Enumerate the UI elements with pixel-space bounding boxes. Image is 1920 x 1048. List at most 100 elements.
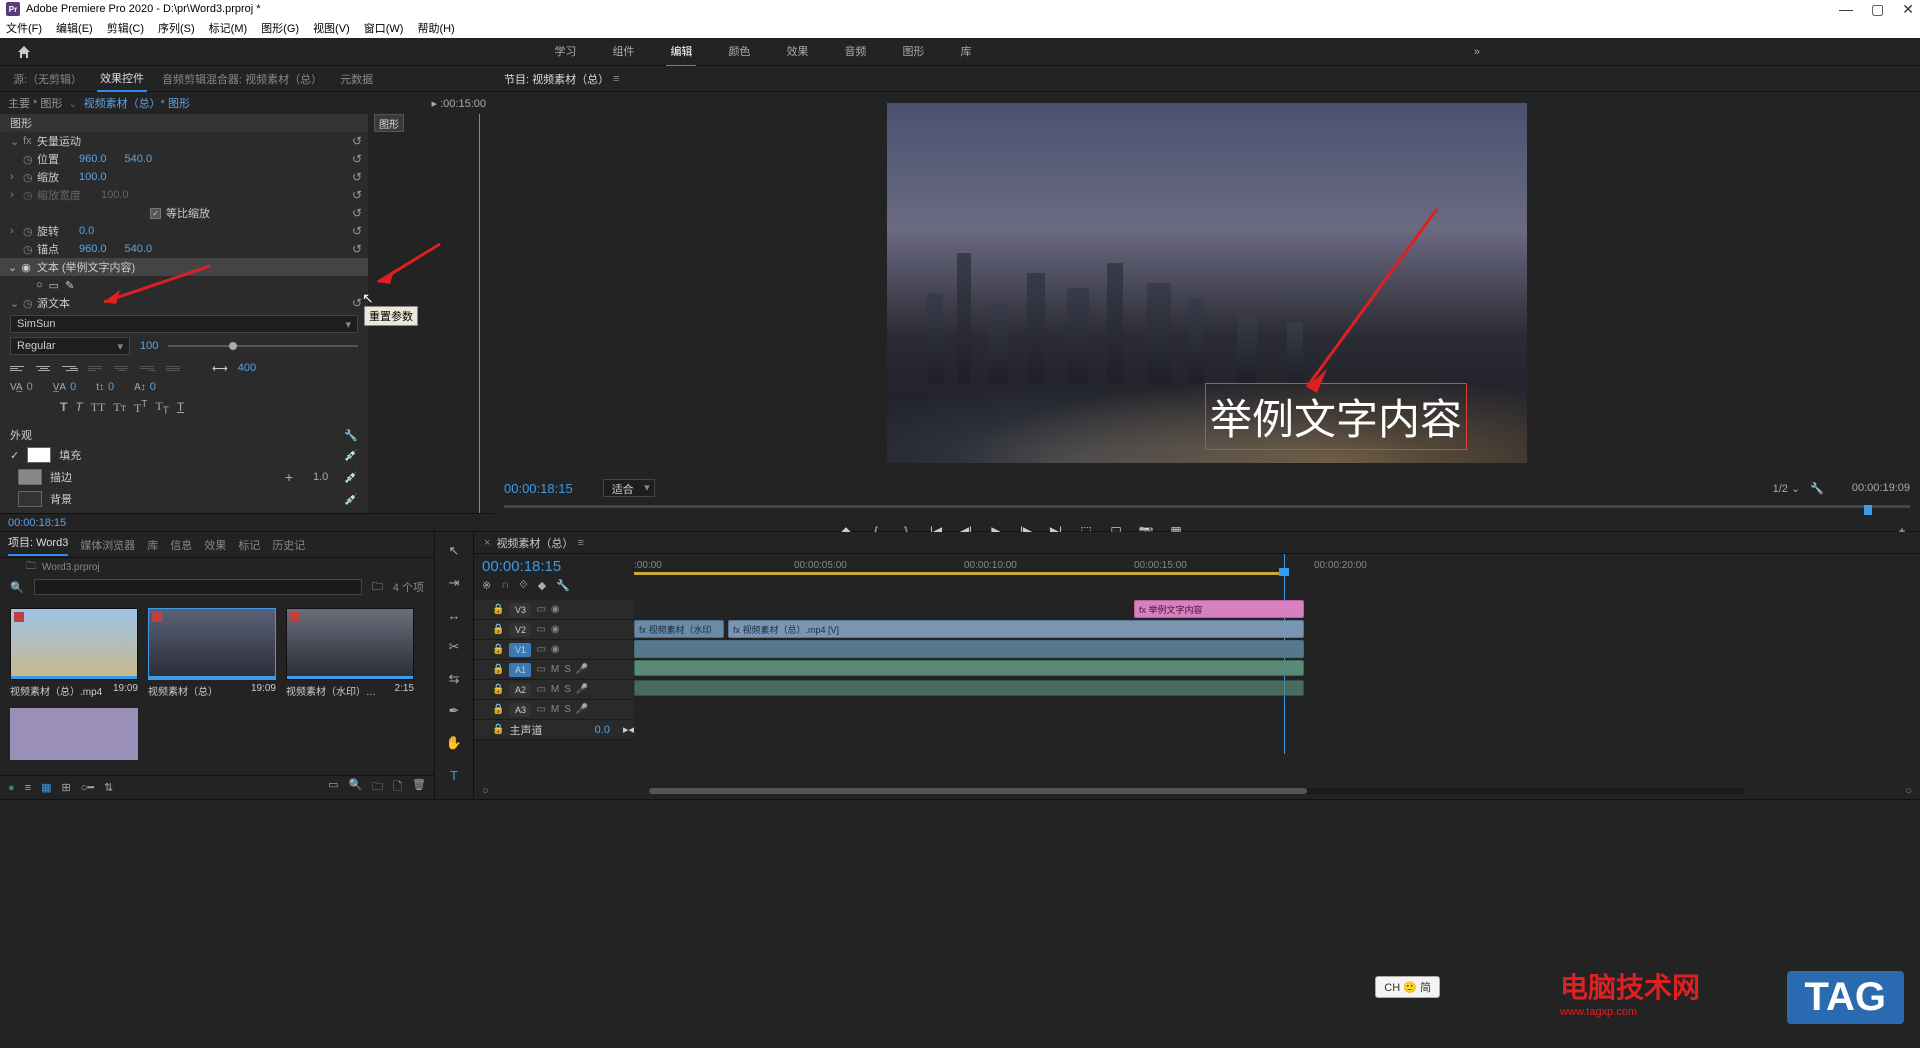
eyedropper-icon[interactable]: 💉 xyxy=(344,449,358,462)
stroke-width[interactable]: 1.0 xyxy=(313,471,328,483)
baseline-val[interactable]: 0 xyxy=(150,381,156,393)
timeline-ruler[interactable]: :00:00 00:00:05:00 00:00:10:00 00:00:15:… xyxy=(634,554,1920,600)
ws-editing[interactable]: 编辑 xyxy=(666,37,696,67)
tracking2-val[interactable]: 0 xyxy=(70,381,76,393)
scale-val[interactable]: 100.0 xyxy=(79,171,107,183)
toggle-icon[interactable]: ▭ xyxy=(536,664,545,675)
tab-metadata[interactable]: 元数据 xyxy=(337,67,376,91)
search-input[interactable] xyxy=(34,579,362,595)
add-stroke-icon[interactable]: + xyxy=(285,469,293,485)
font-size-slider[interactable] xyxy=(168,345,358,347)
new-bin-icon[interactable]: 🗀 xyxy=(372,778,383,797)
rotation-val[interactable]: 0.0 xyxy=(79,225,94,237)
mic-icon[interactable]: 🎤 xyxy=(576,664,588,675)
minimize-button[interactable]: — xyxy=(1839,1,1853,18)
tab-info[interactable]: 信息 xyxy=(170,537,192,553)
pos-x[interactable]: 960.0 xyxy=(79,153,107,165)
uniform-scale-checkbox[interactable]: ✓ xyxy=(150,208,161,219)
bin-item[interactable]: 视频素材（总）.mp419:09 xyxy=(10,608,138,698)
lock-icon[interactable]: 🔒 xyxy=(492,684,504,695)
eye-icon[interactable]: ◉ xyxy=(21,261,31,274)
new-item-icon[interactable]: 🗋 xyxy=(393,778,402,797)
stopwatch-icon[interactable]: ◷ xyxy=(23,225,37,238)
expand-icon[interactable]: ⌄ xyxy=(10,135,20,148)
clip-audio[interactable] xyxy=(634,660,1304,676)
reset-icon[interactable]: ↺ xyxy=(352,206,362,220)
ws-assembly[interactable]: 组件 xyxy=(608,37,638,67)
align-left-icon[interactable] xyxy=(10,361,26,375)
reset-icon[interactable]: ↺ xyxy=(352,152,362,166)
expand-icon[interactable]: › xyxy=(10,171,20,183)
reset-source-text-icon[interactable]: ↺ xyxy=(352,296,362,310)
markers-icon[interactable]: ◆ xyxy=(538,579,546,592)
timeline-title[interactable]: 视频素材（总） xyxy=(496,535,573,551)
track-v1[interactable]: V1 xyxy=(509,643,531,657)
reset-icon[interactable]: ↺ xyxy=(352,242,362,256)
align-right-icon[interactable] xyxy=(62,361,78,375)
superscript-icon[interactable]: TT xyxy=(134,399,147,416)
close-button[interactable]: ✕ xyxy=(1902,1,1914,18)
stopwatch-icon[interactable]: ◷ xyxy=(23,171,37,184)
stroke-swatch[interactable] xyxy=(18,469,42,485)
toggle-icon[interactable]: ▭ xyxy=(536,604,545,615)
tab-source[interactable]: 源:（无剪辑） xyxy=(10,67,85,91)
tab-project[interactable]: 项目: Word3 xyxy=(8,534,68,556)
expand-icon[interactable]: ▸◂ xyxy=(623,723,634,736)
ws-library[interactable]: 库 xyxy=(956,37,975,67)
bin-item[interactable]: 视频素材（水印）…2:15 xyxy=(286,608,414,698)
font-family-select[interactable]: SimSun xyxy=(10,315,358,333)
track-a1[interactable]: A1 xyxy=(509,663,531,677)
underline-icon[interactable]: T xyxy=(177,400,184,415)
reset-icon[interactable]: ↺ xyxy=(352,170,362,184)
program-scrubber[interactable] xyxy=(504,505,1910,519)
reset-icon[interactable]: ↺ xyxy=(352,224,362,238)
eyedropper-icon[interactable]: 💉 xyxy=(344,471,358,484)
slip-tool-icon[interactable]: ⇆ xyxy=(445,670,463,688)
sort-icon[interactable]: ⇅ xyxy=(104,781,113,794)
menu-clip[interactable]: 剪辑(C) xyxy=(107,20,144,36)
justify-left-icon[interactable] xyxy=(88,361,104,375)
program-timecode[interactable]: 00:00:18:15 xyxy=(504,481,573,496)
zoom-select[interactable]: 1/2 ⌄ xyxy=(1773,482,1801,495)
menu-sequence[interactable]: 序列(S) xyxy=(158,20,195,36)
stopwatch-icon[interactable]: ◷ xyxy=(23,297,37,310)
menu-edit[interactable]: 编辑(E) xyxy=(56,20,93,36)
allcaps-icon[interactable]: TT xyxy=(91,400,106,415)
text-layer-label[interactable]: 文本 (举例文字内容) xyxy=(37,259,135,275)
fill-swatch[interactable] xyxy=(27,447,51,463)
eye-icon[interactable]: ◉ xyxy=(551,644,560,655)
italic-icon[interactable]: T xyxy=(75,400,82,415)
filter-icon[interactable]: 🗀 xyxy=(372,578,383,597)
lock-icon[interactable]: 🔒 xyxy=(492,624,504,635)
tab-media-browser[interactable]: 媒体浏览器 xyxy=(80,537,135,553)
tracking-val[interactable]: 400 xyxy=(238,362,256,374)
bin-item[interactable] xyxy=(10,708,138,760)
delete-icon[interactable]: 🗑 xyxy=(412,778,426,797)
snap-icon[interactable]: ※ xyxy=(482,579,491,592)
menu-graphics[interactable]: 图形(G) xyxy=(261,20,299,36)
auto-sequence-icon[interactable]: ▭ xyxy=(328,778,338,797)
pos-y[interactable]: 540.0 xyxy=(125,153,153,165)
ws-graphics[interactable]: 图形 xyxy=(898,37,928,67)
wrench-icon[interactable]: 🔧 xyxy=(344,429,358,442)
find-icon[interactable]: 🔍 xyxy=(348,778,362,797)
menu-file[interactable]: 文件(F) xyxy=(6,20,42,36)
track-a3[interactable]: A3 xyxy=(509,703,531,717)
font-size[interactable]: 100 xyxy=(140,340,158,352)
menu-help[interactable]: 帮助(H) xyxy=(417,20,454,36)
selection-tool-icon[interactable]: ↖ xyxy=(445,542,463,560)
ec-crumb-master[interactable]: 主要 * 图形 xyxy=(8,95,62,111)
anchor-x[interactable]: 960.0 xyxy=(79,243,107,255)
lock-icon[interactable]: 🔒 xyxy=(492,664,504,675)
list-view-icon[interactable]: ≡ xyxy=(25,782,31,794)
rect-mask-icon[interactable]: ▭ xyxy=(49,279,59,292)
ripple-tool-icon[interactable]: ↔ xyxy=(445,606,463,624)
ellipse-mask-icon[interactable]: ○ xyxy=(36,279,43,291)
pen-mask-icon[interactable]: ✎ xyxy=(65,279,74,292)
track-select-tool-icon[interactable]: ⇥ xyxy=(445,574,463,592)
track-v2[interactable]: V2 xyxy=(509,623,531,637)
eye-icon[interactable]: ◉ xyxy=(551,624,560,635)
stopwatch-icon[interactable]: ◷ xyxy=(23,243,37,256)
ec-clip-header[interactable]: 图形 xyxy=(374,114,404,132)
toggle-icon[interactable]: ▭ xyxy=(536,644,545,655)
